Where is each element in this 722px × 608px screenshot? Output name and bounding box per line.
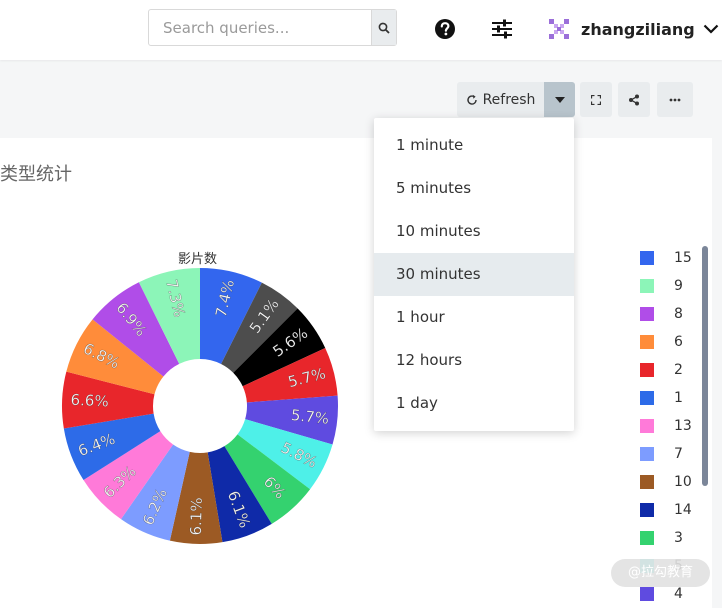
refresh-interval-option[interactable]: 12 hours bbox=[374, 339, 574, 382]
share-button[interactable] bbox=[618, 82, 650, 117]
legend-label: 1 bbox=[674, 390, 683, 406]
legend-label: 9 bbox=[674, 278, 683, 294]
watermark: @拉勾教育 bbox=[611, 559, 710, 587]
legend-item[interactable]: 15 bbox=[640, 250, 692, 266]
legend-swatch bbox=[640, 251, 654, 265]
fullscreen-icon bbox=[591, 94, 601, 105]
caret-down-icon bbox=[554, 96, 565, 103]
legend-item[interactable]: 1 bbox=[640, 390, 683, 406]
refresh-interval-option[interactable]: 1 minute bbox=[374, 124, 574, 167]
legend-swatch bbox=[640, 475, 654, 489]
refresh-button[interactable]: Refresh bbox=[457, 82, 544, 117]
legend-label: 14 bbox=[674, 502, 692, 518]
refresh-interval-option[interactable]: 1 hour bbox=[374, 296, 574, 339]
legend-swatch bbox=[640, 307, 654, 321]
username: zhangziliang bbox=[581, 19, 695, 39]
slice-percent-label: 6.1% bbox=[187, 497, 206, 536]
top-navbar: zhangziliang bbox=[0, 0, 722, 60]
search-box bbox=[148, 9, 397, 46]
avatar bbox=[547, 17, 571, 41]
legend-label: 6 bbox=[674, 334, 683, 350]
refresh-label: Refresh bbox=[482, 91, 536, 108]
legend-scrollbar[interactable] bbox=[702, 246, 708, 486]
refresh-interval-option[interactable]: 30 minutes bbox=[374, 253, 574, 296]
help-icon[interactable] bbox=[434, 18, 456, 40]
legend-swatch bbox=[640, 391, 654, 405]
fullscreen-button[interactable] bbox=[580, 82, 612, 117]
search-button[interactable] bbox=[371, 10, 396, 45]
legend-item[interactable]: 7 bbox=[640, 446, 683, 462]
legend-label: 3 bbox=[674, 530, 683, 546]
legend-swatch bbox=[640, 279, 654, 293]
legend-item[interactable]: 4 bbox=[640, 586, 683, 602]
legend-label: 7 bbox=[674, 446, 683, 462]
refresh-icon bbox=[466, 94, 477, 105]
settings-sliders-icon[interactable] bbox=[491, 19, 513, 39]
user-menu[interactable]: zhangziliang bbox=[547, 17, 719, 41]
legend-label: 2 bbox=[674, 362, 683, 378]
search-icon bbox=[378, 22, 390, 34]
legend-swatch bbox=[640, 419, 654, 433]
donut-chart: 7.4% 5.1%5.6%5.7%5.7%5.8%6%6.1%6.1%6.2%6.… bbox=[62, 268, 339, 544]
refresh-interval-option[interactable]: 1 day bbox=[374, 382, 574, 425]
legend-item[interactable]: 10 bbox=[640, 474, 692, 490]
refresh-interval-dropdown-toggle[interactable] bbox=[544, 82, 575, 117]
legend-label: 8 bbox=[674, 306, 683, 322]
legend-item[interactable]: 6 bbox=[640, 334, 683, 350]
legend-label: 10 bbox=[674, 474, 692, 490]
more-options-button[interactable] bbox=[657, 82, 693, 117]
legend-item[interactable]: 14 bbox=[640, 502, 692, 518]
legend-swatch bbox=[640, 335, 654, 349]
legend-swatch bbox=[640, 363, 654, 377]
refresh-interval-menu: 1 minute 5 minutes 10 minutes 30 minutes 1 h… bbox=[374, 118, 574, 431]
refresh-interval-option[interactable]: 10 minutes bbox=[374, 210, 574, 253]
legend-label: 13 bbox=[674, 418, 692, 434]
legend-swatch bbox=[640, 531, 654, 545]
legend-item[interactable]: 9 bbox=[640, 278, 683, 294]
legend-item[interactable]: 2 bbox=[640, 362, 683, 378]
share-icon bbox=[629, 94, 639, 105]
chevron-down-icon bbox=[703, 24, 719, 34]
legend-item[interactable]: 3 bbox=[640, 530, 683, 546]
legend-label: 4 bbox=[674, 586, 683, 602]
legend-item[interactable]: 8 bbox=[640, 306, 683, 322]
legend-swatch bbox=[640, 503, 654, 517]
legend-label: 15 bbox=[674, 250, 692, 266]
ellipsis-icon bbox=[669, 98, 681, 101]
legend-item[interactable]: 13 bbox=[640, 418, 692, 434]
slice-percent-label: 6.6% bbox=[70, 391, 109, 411]
legend-swatch bbox=[640, 587, 654, 601]
widget-panel: 类型统计 影片数 7.4% 5.1% 5.6% 5.7% 5.7% 5.8% 6% 6.1% 6… bbox=[0, 138, 712, 608]
legend-swatch bbox=[640, 447, 654, 461]
refresh-interval-option[interactable]: 5 minutes bbox=[374, 167, 574, 210]
search-input[interactable] bbox=[149, 10, 371, 45]
